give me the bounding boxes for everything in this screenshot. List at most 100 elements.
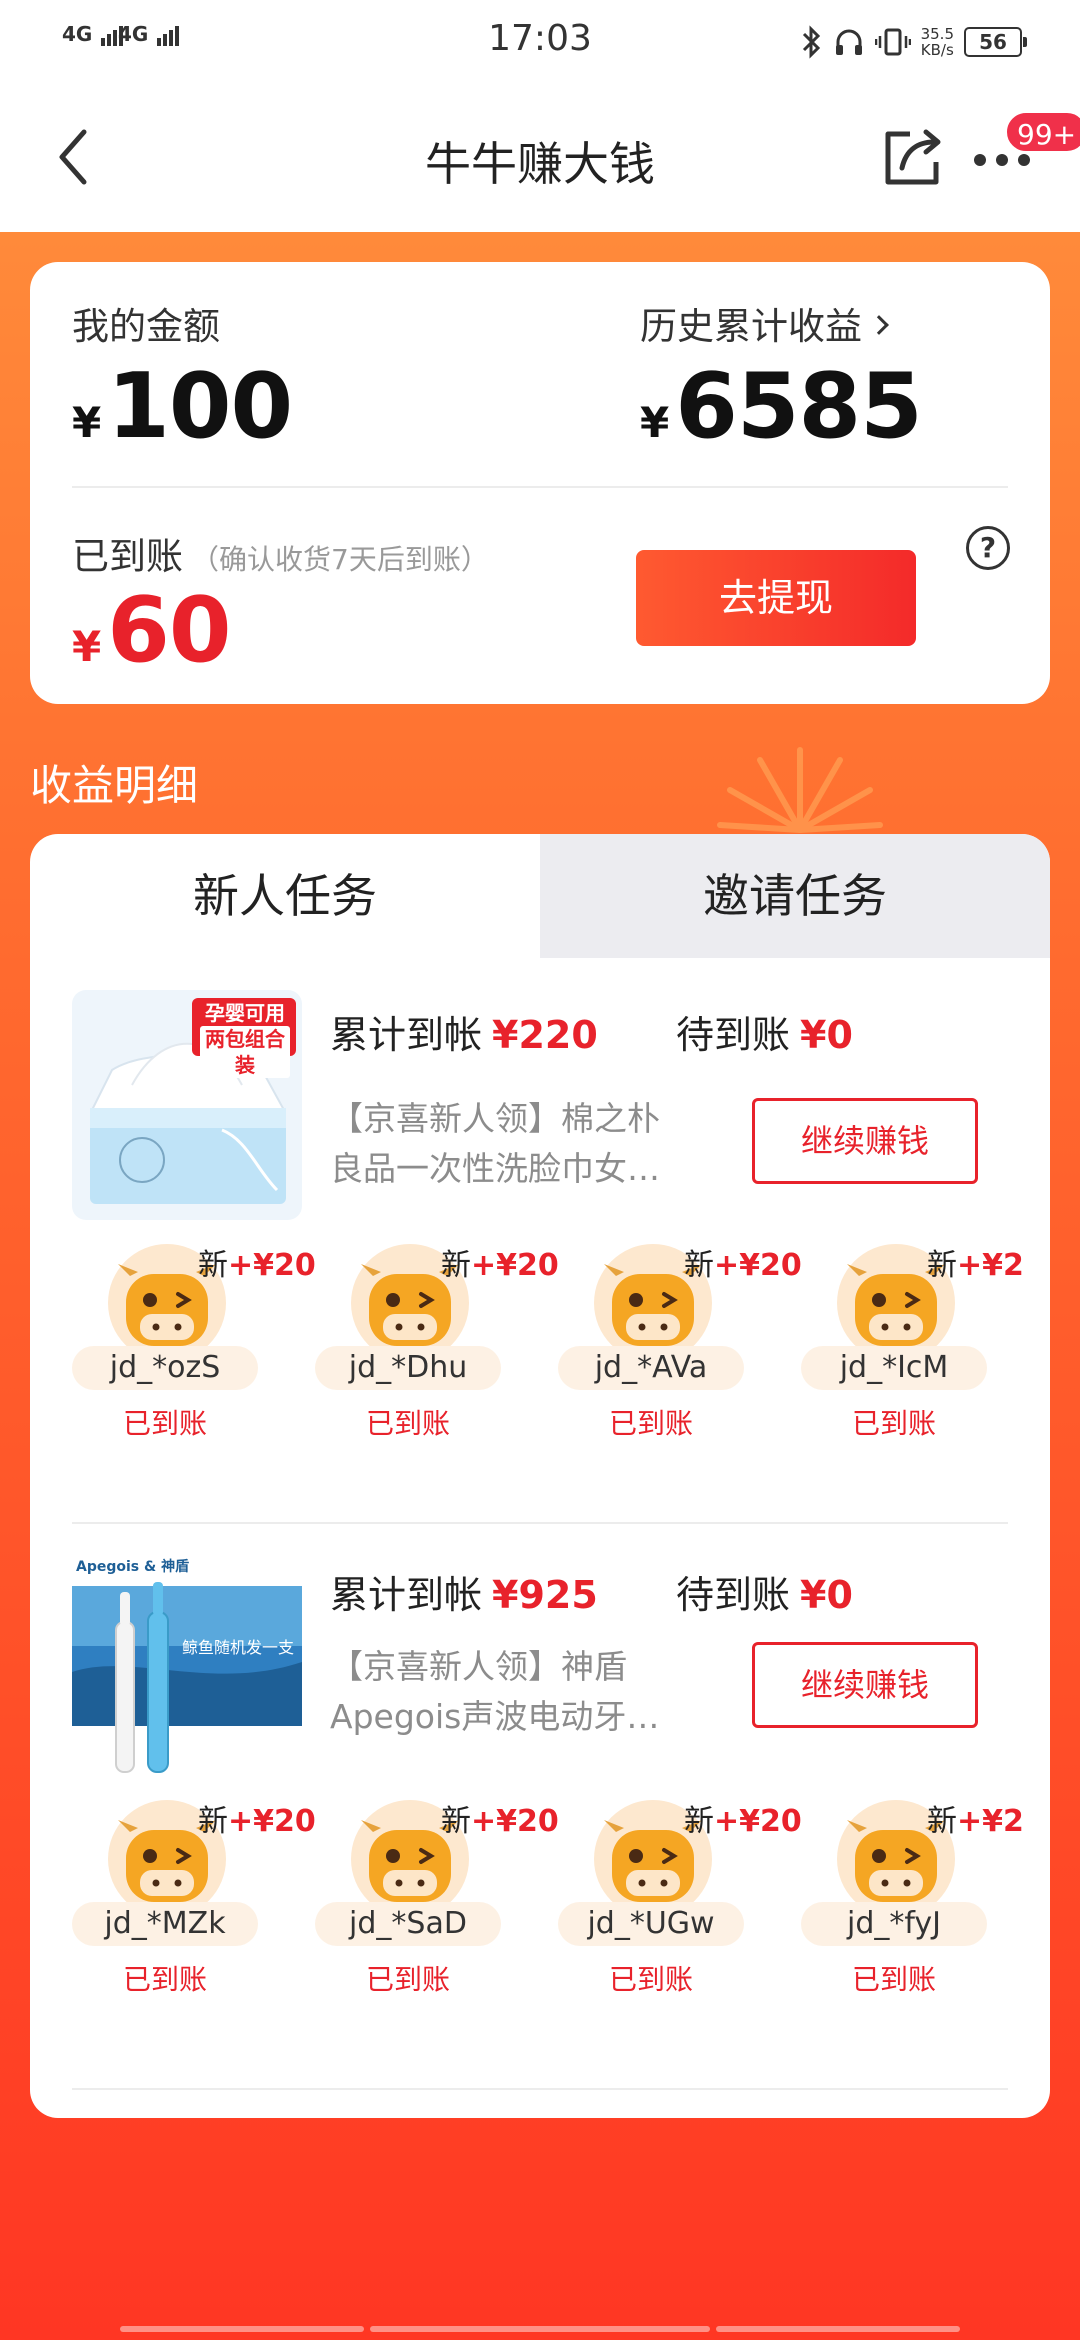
new-label: 新 [441, 1804, 471, 1839]
history-value: 6585 [675, 354, 922, 459]
invited-users-row: 新+¥20 jd_*ozS 已到账 新+¥20 jd_*Dhu 已到账 新+¥2… [30, 1240, 1050, 1450]
vibrate-icon [874, 28, 911, 56]
total-arrived-label: 累计到帐 [330, 1013, 483, 1057]
new-label: 新 [198, 1804, 228, 1839]
history-earnings-link[interactable]: 历史累计收益 [640, 296, 889, 350]
user-name: jd_*fyJ [801, 1902, 987, 1946]
invited-user: 新+¥20 jd_*ozS 已到账 [72, 1240, 316, 1450]
product-description[interactable]: 【京喜新人领】棉之朴良品一次性洗脸巾女… [330, 1094, 690, 1194]
battery-icon: 56 [964, 27, 1027, 57]
product-thumbnail[interactable]: Apegois & 神盾 鲸鱼随机发一支 [72, 1552, 302, 1782]
product-thumbnail[interactable]: 孕婴可用 两包组合装 [72, 990, 302, 1220]
chevron-right-icon [869, 314, 889, 335]
history-label: 历史累计收益 [640, 305, 862, 348]
continue-earning-button[interactable]: 继续赚钱 [752, 1098, 978, 1184]
arrived-amount: ¥60 [72, 578, 231, 683]
pending-stat: 待到账 ¥0 [676, 1004, 853, 1059]
user-name: jd_*ozS [72, 1346, 258, 1390]
pending-value: ¥0 [800, 1013, 853, 1057]
history-currency: ¥ [640, 398, 670, 447]
reward-value: +¥2 [957, 1248, 1024, 1283]
invited-user: 新+¥20 jd_*AVa 已到账 [558, 1240, 802, 1450]
balance-currency: ¥ [72, 398, 102, 447]
user-status: 已到账 [851, 1407, 936, 1440]
invited-user: 新+¥2 jd_*IcM 已到账 [801, 1240, 1024, 1450]
bluetooth-icon [802, 25, 820, 59]
new-reward-tag: 新+¥20 [441, 1240, 559, 1284]
toothbrush-image [72, 1552, 302, 1782]
nav-bar: 牛牛赚大钱 99+ [0, 84, 1080, 232]
task-item: 孕婴可用 两包组合装 累计到帐 ¥220 待到账 ¥0 【京喜新人领】棉之朴良品一次… [30, 958, 1050, 1524]
balance-label: 我的金额 [72, 305, 220, 348]
pending-label: 待到账 [676, 1013, 791, 1057]
task-divider [72, 2088, 1008, 2090]
user-name: jd_*Dhu [315, 1346, 501, 1390]
balance-amount: ¥100 [72, 354, 293, 459]
thumbnail-badge-line-2: 两包组合装 [200, 1026, 290, 1078]
total-arrived-stat: 累计到帐 ¥220 [330, 1004, 598, 1059]
invited-user: 新+¥20 jd_*SaD 已到账 [315, 1796, 559, 2006]
arrived-value: 60 [107, 578, 231, 683]
user-status: 已到账 [608, 1963, 693, 1996]
new-reward-tag: 新+¥2 [927, 1796, 1024, 1840]
new-label: 新 [441, 1248, 471, 1283]
home-indicator [120, 2326, 364, 2332]
earnings-detail-card: 新人任务 邀请任务 孕婴可用 两包组合装 累计到帐 ¥220 待到账 ¥0 【京喜新… [30, 834, 1050, 2118]
balance-value: 100 [107, 354, 293, 459]
tab-newcomer-tasks[interactable]: 新人任务 [30, 834, 540, 958]
user-status: 已到账 [365, 1963, 450, 1996]
help-icon[interactable]: ? [966, 526, 1010, 570]
thumbnail-badge: 孕婴可用 两包组合装 [196, 1000, 294, 1078]
task-tabs: 新人任务 邀请任务 [30, 834, 1050, 958]
total-arrived-label: 累计到帐 [330, 1573, 483, 1617]
invited-users-row: 新+¥20 jd_*MZk 已到账 新+¥20 jd_*SaD 已到账 新+¥2… [30, 1796, 1050, 2006]
product-description[interactable]: 【京喜新人领】神盾Apegois声波电动牙… [330, 1642, 690, 1742]
new-reward-tag: 新+¥20 [684, 1796, 802, 1840]
summary-divider [72, 486, 1008, 488]
status-icons: 35.5 KB/s 56 [801, 20, 1027, 64]
reward-value: +¥20 [228, 1804, 316, 1839]
reward-value: +¥20 [228, 1248, 316, 1283]
home-indicator [370, 2326, 710, 2332]
user-name: jd_*MZk [72, 1902, 258, 1946]
reward-value: +¥20 [714, 1248, 802, 1283]
speed-unit: KB/s [920, 41, 954, 59]
continue-earning-button[interactable]: 继续赚钱 [752, 1642, 978, 1728]
invited-user: 新+¥20 jd_*MZk 已到账 [72, 1796, 316, 2006]
status-bar: 4G 4G 17:03 35.5 KB/s 56 [0, 0, 1080, 84]
user-name: jd_*IcM [801, 1346, 987, 1390]
pending-value: ¥0 [800, 1573, 853, 1617]
user-status: 已到账 [122, 1963, 207, 1996]
history-amount: ¥6585 [640, 354, 923, 459]
new-label: 新 [927, 1804, 957, 1839]
withdraw-button[interactable]: 去提现 [636, 550, 916, 646]
new-reward-tag: 新+¥20 [684, 1240, 802, 1284]
earnings-summary-card: 我的金额 ¥100 历史累计收益 ¥6585 已到账 （确认收货7天后到账） ¥6… [30, 262, 1050, 704]
reward-value: +¥20 [471, 1804, 559, 1839]
task-item: Apegois & 神盾 鲸鱼随机发一支 累计到帐 ¥925 待到账 ¥0 【京喜新… [30, 1524, 1050, 2090]
new-label: 新 [684, 1804, 714, 1839]
headphones-icon [835, 29, 862, 55]
arrived-currency: ¥ [72, 622, 102, 671]
share-icon[interactable] [880, 124, 946, 190]
speed-value: 35.5 [920, 25, 954, 43]
new-reward-tag: 新+¥20 [198, 1796, 316, 1840]
new-label: 新 [927, 1248, 957, 1283]
arrived-row: 已到账 （确认收货7天后到账） [72, 526, 489, 580]
reward-value: +¥20 [471, 1248, 559, 1283]
user-status: 已到账 [365, 1407, 450, 1440]
total-arrived-stat: 累计到帐 ¥925 [330, 1564, 598, 1619]
arrived-hint: （确认收货7天后到账） [191, 543, 489, 576]
message-badge: 99+ [1004, 110, 1080, 154]
user-status: 已到账 [851, 1963, 936, 1996]
tab-invite-tasks[interactable]: 邀请任务 [540, 834, 1050, 958]
invited-user: 新+¥20 jd_*UGw 已到账 [558, 1796, 802, 2006]
thumbnail-brand: Apegois & 神盾 [76, 1559, 190, 1575]
reward-value: +¥20 [714, 1804, 802, 1839]
new-label: 新 [684, 1248, 714, 1283]
pending-stat: 待到账 ¥0 [676, 1564, 853, 1619]
new-reward-tag: 新+¥2 [927, 1240, 1024, 1284]
total-arrived-value: ¥220 [492, 1013, 598, 1057]
reward-value: +¥2 [957, 1804, 1024, 1839]
total-arrived-value: ¥925 [492, 1573, 598, 1617]
